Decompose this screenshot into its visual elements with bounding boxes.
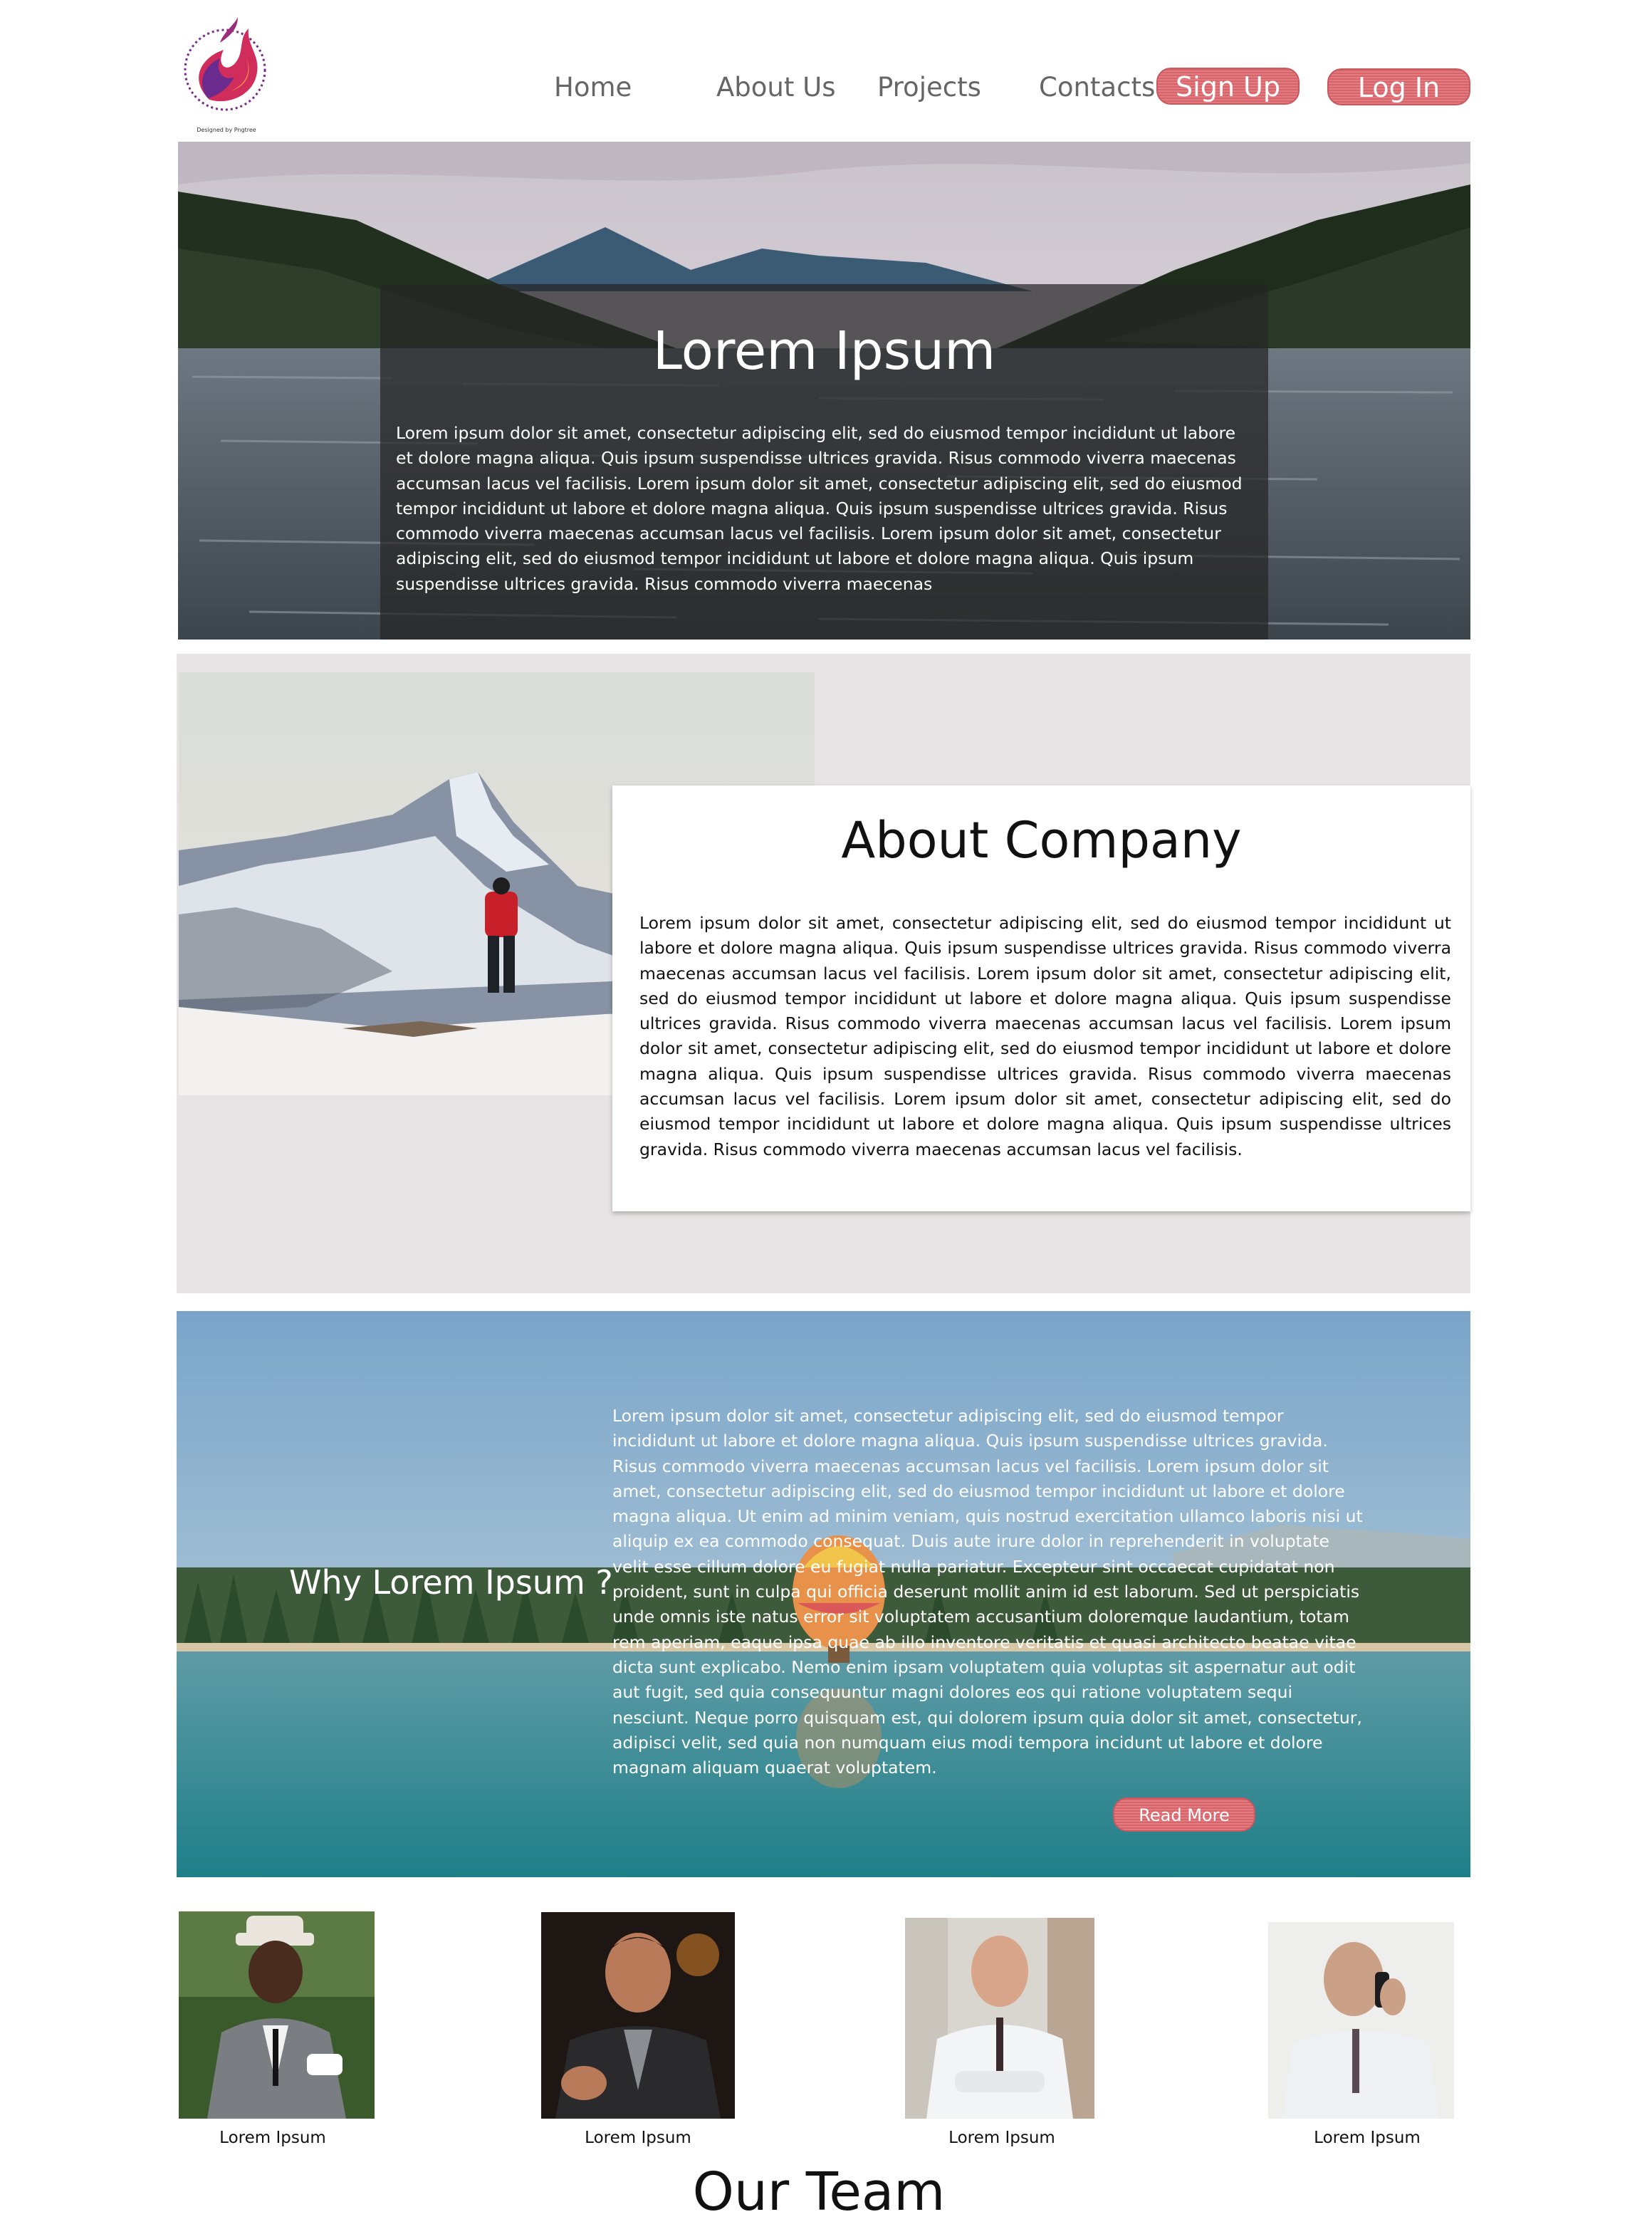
about-text: Lorem ipsum dolor sit amet, consectetur … (639, 913, 1451, 1159)
hero-text: Lorem ipsum dolor sit amet, consectetur … (396, 423, 1243, 594)
nav-about-us[interactable]: About Us (716, 68, 836, 107)
logo-caption: Designed by Pngtree (197, 127, 256, 133)
team-member-photo (179, 1911, 375, 2119)
log-in-button[interactable]: Log In (1327, 68, 1470, 105)
team-member-name: Lorem Ipsum (1314, 2129, 1421, 2147)
team-member-photo (905, 1918, 1094, 2119)
team-member-photo (1268, 1922, 1454, 2119)
team-member-photo (541, 1912, 735, 2119)
about-card: About Company Lorem ipsum dolor sit amet… (612, 786, 1470, 1211)
nav-home[interactable]: Home (554, 68, 632, 107)
why-title: Why Lorem Ipsum ? (289, 1563, 613, 1602)
hero-title: Lorem Ipsum (652, 320, 996, 382)
team-title: Our Team (692, 2161, 946, 2223)
team-member-name: Lorem Ipsum (585, 2129, 691, 2147)
why-text: Lorem ipsum dolor sit amet, consectetur … (612, 1406, 1363, 1778)
about-title: About Company (841, 811, 1242, 870)
nav-projects[interactable]: Projects (877, 68, 981, 107)
sign-up-button[interactable]: Sign Up (1156, 68, 1300, 105)
team-member-name: Lorem Ipsum (219, 2129, 326, 2147)
read-more-button[interactable]: Read More (1113, 1797, 1255, 1832)
hero-banner: Lorem Ipsum Lorem ipsum dolor sit amet, … (178, 142, 1470, 640)
team-member-name: Lorem Ipsum (948, 2129, 1055, 2147)
brand-logo[interactable] (181, 14, 273, 114)
why-section: Why Lorem Ipsum ? Lorem ipsum dolor sit … (177, 1311, 1470, 1877)
hero-overlay-panel: Lorem Ipsum Lorem ipsum dolor sit amet, … (380, 284, 1268, 640)
nav-contacts[interactable]: Contacts (1039, 68, 1155, 107)
